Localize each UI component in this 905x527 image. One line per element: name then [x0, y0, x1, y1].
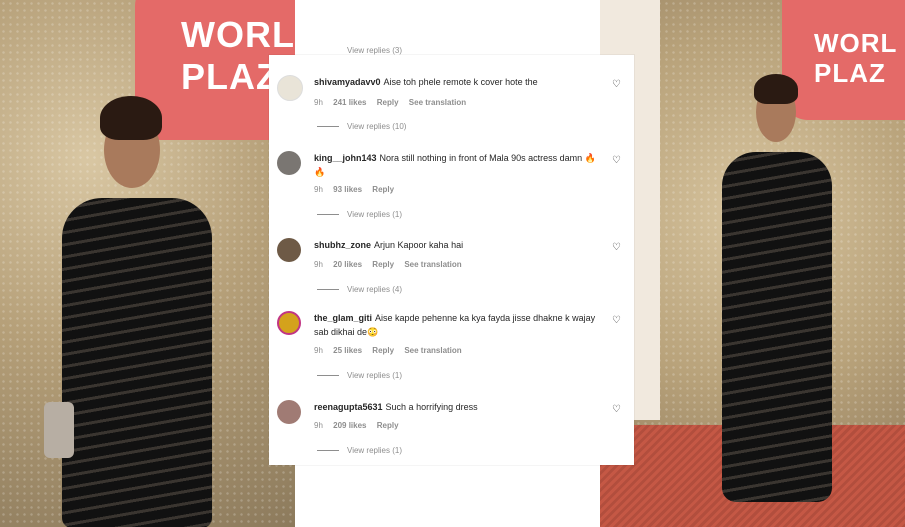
comment-time: 9h	[314, 346, 323, 355]
view-replies-link[interactable]: View replies (1)	[317, 446, 402, 455]
view-replies-link[interactable]: View replies (1)	[317, 210, 402, 219]
view-replies-link[interactable]: View replies (10)	[317, 122, 406, 131]
right-figure-dress	[722, 152, 832, 502]
comment-meta: 9h 209 likes Reply	[314, 421, 407, 430]
reply-button[interactable]: Reply	[372, 185, 394, 194]
comment-text: king__john143 Nora still nothing in front…	[314, 153, 596, 177]
comment-text: reenagupta5631 Such a horrifying dress	[314, 402, 478, 412]
left-figure-dress	[62, 198, 212, 527]
comment-meta: 9h 93 likes Reply	[314, 185, 402, 194]
avatar[interactable]	[277, 238, 301, 262]
left-photo: WORL PLAZ	[0, 0, 295, 527]
comment-username[interactable]: shubhz_zone	[314, 240, 371, 250]
likes-count[interactable]: 241 likes	[333, 98, 366, 107]
see-translation-button[interactable]: See translation	[409, 98, 466, 107]
left-figure-hair	[100, 96, 162, 140]
heart-icon[interactable]: ♡	[612, 404, 621, 415]
avatar[interactable]	[277, 400, 301, 424]
reply-button[interactable]: Reply	[377, 98, 399, 107]
comment-time: 9h	[314, 98, 323, 107]
comment-time: 9h	[314, 421, 323, 430]
comments-panel: shivamyadavv0 Aise toh phele remote k cov…	[269, 55, 634, 465]
comment-username[interactable]: king__john143	[314, 153, 377, 163]
comment-text: shivamyadavv0 Aise toh phele remote k cov…	[314, 77, 538, 87]
avatar[interactable]	[277, 311, 301, 335]
view-replies-link[interactable]: View replies (3)	[347, 46, 402, 55]
left-figure-clutch	[44, 402, 74, 458]
reply-button[interactable]: Reply	[372, 260, 394, 269]
comment-text: the_glam_giti Aise kapde pehenne ka kya f…	[314, 313, 596, 337]
likes-count[interactable]: 20 likes	[333, 260, 362, 269]
heart-icon[interactable]: ♡	[612, 315, 621, 326]
see-translation-button[interactable]: See translation	[404, 260, 461, 269]
comment-time: 9h	[314, 260, 323, 269]
heart-icon[interactable]: ♡	[612, 242, 621, 253]
likes-count[interactable]: 93 likes	[333, 185, 362, 194]
likes-count[interactable]: 209 likes	[333, 421, 366, 430]
comment-username[interactable]: shivamyadavv0	[314, 77, 381, 87]
heart-icon[interactable]: ♡	[612, 155, 621, 166]
right-figure-hair	[754, 74, 798, 104]
comment-text: shubhz_zone Arjun Kapoor kaha hai	[314, 240, 464, 250]
reply-button[interactable]: Reply	[372, 346, 394, 355]
comment-username[interactable]: the_glam_giti	[314, 313, 372, 323]
view-replies-link[interactable]: View replies (4)	[317, 285, 402, 294]
comment-meta: 9h 25 likes Reply See translation	[314, 346, 470, 355]
view-replies-link[interactable]: View replies (1)	[317, 371, 402, 380]
likes-count[interactable]: 25 likes	[333, 346, 362, 355]
comment-meta: 9h 20 likes Reply See translation	[314, 260, 470, 269]
right-sign: WORL PLAZ	[782, 0, 905, 120]
comment-username[interactable]: reenagupta5631	[314, 402, 383, 412]
comment-time: 9h	[314, 185, 323, 194]
comment-meta: 9h 241 likes Reply See translation	[314, 98, 474, 107]
avatar[interactable]	[277, 75, 303, 101]
reply-button[interactable]: Reply	[377, 421, 399, 430]
see-translation-button[interactable]: See translation	[404, 346, 461, 355]
avatar[interactable]	[277, 151, 301, 175]
partial-replies-row: View replies (3)	[295, 0, 600, 55]
heart-icon[interactable]: ♡	[612, 79, 621, 90]
